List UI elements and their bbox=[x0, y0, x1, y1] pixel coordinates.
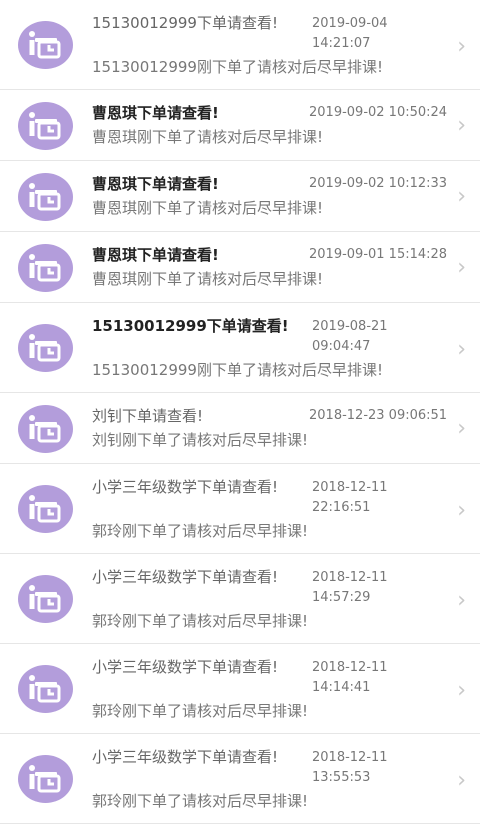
notification-title: 刘钊下单请查看! bbox=[92, 407, 204, 425]
chevron-right-icon[interactable]: › bbox=[457, 770, 466, 792]
chevron-right-icon[interactable]: › bbox=[457, 590, 466, 612]
notification-description: 曹恩琪刚下单了请核对后尽早排课! bbox=[92, 270, 324, 288]
notification-title: 曹恩琪下单请查看! bbox=[92, 246, 219, 264]
notification-item[interactable]: 小学三年级数学下单请查看! 2018-12-11 14:14:41 郭玲刚下单了… bbox=[0, 644, 480, 734]
notification-item[interactable]: 小学三年级数学下单请查看! 2018-12-11 13:55:53 郭玲刚下单了… bbox=[0, 734, 480, 824]
notification-item[interactable]: 曹恩琪下单请查看! 2019-09-02 10:50:24 曹恩琪刚下单了请核对… bbox=[0, 90, 480, 161]
chevron-right-icon[interactable]: › bbox=[457, 257, 466, 279]
notification-description: 郭玲刚下单了请核对后尽早排课! bbox=[92, 792, 309, 810]
chevron-right-icon[interactable]: › bbox=[457, 418, 466, 440]
chevron-right-icon[interactable]: › bbox=[457, 36, 466, 58]
person-clock-icon bbox=[18, 173, 73, 221]
notification-item[interactable]: 小学三年级数学下单请查看! 2018-12-11 22:16:51 郭玲刚下单了… bbox=[0, 464, 480, 554]
notification-time: 2019-09-01 15:14:28 bbox=[309, 247, 448, 262]
notification-title: 小学三年级数学下单请查看! bbox=[92, 568, 279, 586]
notification-time: 2018-12-23 09:06:51 bbox=[309, 408, 448, 423]
chevron-right-icon[interactable]: › bbox=[457, 339, 466, 361]
notification-time: 2018-12-11 14:14:41 bbox=[312, 660, 388, 695]
notification-item[interactable]: 曹恩琪下单请查看! 2019-09-01 15:14:28 曹恩琪刚下单了请核对… bbox=[0, 232, 480, 303]
chevron-right-icon[interactable]: › bbox=[457, 500, 466, 522]
person-clock-icon bbox=[18, 244, 73, 292]
person-clock-icon bbox=[18, 21, 73, 69]
notification-description: 15130012999刚下单了请核对后尽早排课! bbox=[92, 58, 383, 76]
notification-description: 15130012999刚下单了请核对后尽早排课! bbox=[92, 361, 383, 379]
person-clock-icon bbox=[18, 755, 73, 803]
notification-description: 曹恩琪刚下单了请核对后尽早排课! bbox=[92, 199, 324, 217]
notification-title: 小学三年级数学下单请查看! bbox=[92, 478, 279, 496]
notification-title: 小学三年级数学下单请查看! bbox=[92, 748, 279, 766]
person-clock-icon bbox=[18, 665, 73, 713]
notification-description: 郭玲刚下单了请核对后尽早排课! bbox=[92, 522, 309, 540]
chevron-right-icon[interactable]: › bbox=[457, 186, 466, 208]
person-clock-icon bbox=[18, 324, 73, 372]
notification-description: 曹恩琪刚下单了请核对后尽早排课! bbox=[92, 128, 324, 146]
chevron-right-icon[interactable]: › bbox=[457, 680, 466, 702]
notification-item[interactable]: 小学三年级数学下单请查看! 2018-12-11 14:57:29 郭玲刚下单了… bbox=[0, 554, 480, 644]
notification-list: 15130012999下单请查看! 2019-09-04 14:21:07 15… bbox=[0, 0, 480, 824]
notification-time: 2019-08-21 09:04:47 bbox=[312, 319, 388, 354]
person-clock-icon bbox=[18, 102, 73, 150]
notification-time: 2018-12-11 14:57:29 bbox=[312, 570, 388, 605]
notification-description: 刘钊刚下单了请核对后尽早排课! bbox=[92, 431, 309, 449]
notification-item[interactable]: 曹恩琪下单请查看! 2019-09-02 10:12:33 曹恩琪刚下单了请核对… bbox=[0, 161, 480, 232]
notification-title: 曹恩琪下单请查看! bbox=[92, 175, 219, 193]
notification-description: 郭玲刚下单了请核对后尽早排课! bbox=[92, 702, 309, 720]
notification-title: 15130012999下单请查看! bbox=[92, 317, 289, 335]
notification-item[interactable]: 15130012999下单请查看! 2019-09-04 14:21:07 15… bbox=[0, 0, 480, 90]
notification-title: 小学三年级数学下单请查看! bbox=[92, 658, 279, 676]
person-clock-icon bbox=[18, 405, 73, 453]
notification-time: 2018-12-11 22:16:51 bbox=[312, 480, 388, 515]
person-clock-icon bbox=[18, 485, 73, 533]
notification-time: 2018-12-11 13:55:53 bbox=[312, 750, 388, 785]
notification-item[interactable]: 刘钊下单请查看! 2018-12-23 09:06:51 刘钊刚下单了请核对后尽… bbox=[0, 393, 480, 464]
person-clock-icon bbox=[18, 575, 73, 623]
notification-time: 2019-09-02 10:12:33 bbox=[309, 176, 448, 191]
notification-time: 2019-09-04 14:21:07 bbox=[312, 16, 388, 51]
notification-item[interactable]: 15130012999下单请查看! 2019-08-21 09:04:47 15… bbox=[0, 303, 480, 393]
notification-description: 郭玲刚下单了请核对后尽早排课! bbox=[92, 612, 309, 630]
chevron-right-icon[interactable]: › bbox=[457, 115, 466, 137]
notification-time: 2019-09-02 10:50:24 bbox=[309, 105, 448, 120]
notification-title: 15130012999下单请查看! bbox=[92, 14, 278, 32]
notification-title: 曹恩琪下单请查看! bbox=[92, 104, 219, 122]
